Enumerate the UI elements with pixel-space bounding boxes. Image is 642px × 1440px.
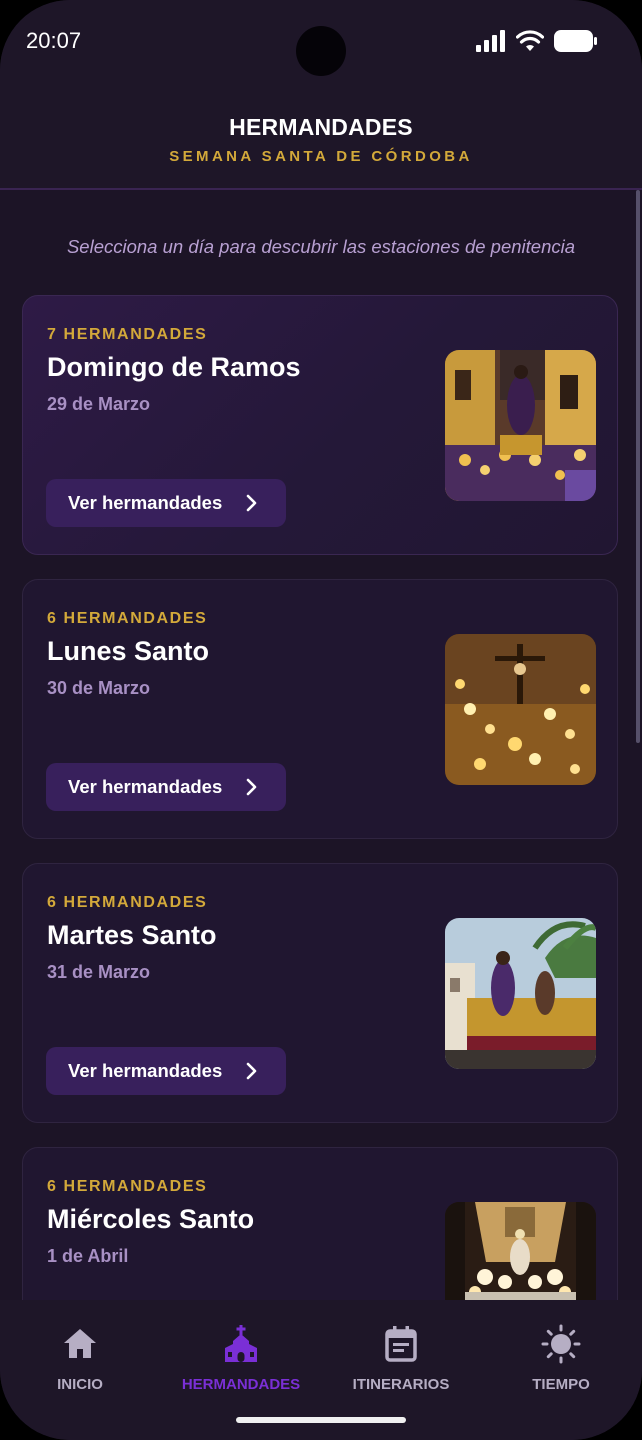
wifi-icon	[516, 30, 544, 51]
nav-label: INICIO	[57, 1376, 103, 1393]
signal-icon	[476, 30, 505, 52]
nav-item-itinerarios[interactable]: ITINERARIOS	[321, 1324, 481, 1393]
scrollbar[interactable]	[636, 190, 640, 743]
nav-item-tiempo[interactable]: TIEMPO	[481, 1324, 641, 1393]
home-icon	[64, 1329, 96, 1358]
day-card-domingo-de-ramos[interactable]: 7 HERMANDADES Domingo de Ramos 29 de Mar…	[22, 295, 618, 555]
ver-hermandades-button[interactable]: Ver hermandades	[46, 479, 286, 527]
page-title: HERMANDADES	[229, 114, 413, 140]
day-name: Miércoles Santo	[47, 1204, 255, 1234]
ver-hermandades-button[interactable]: Ver hermandades	[46, 1047, 286, 1095]
sun-icon	[541, 1324, 581, 1364]
chevron-right-icon	[246, 1062, 257, 1080]
app-header: HERMANDADES SEMANA SANTA DE CÓRDOBA	[0, 84, 642, 190]
day-date: 30 de Marzo	[47, 678, 151, 698]
nav-label: HERMANDADES	[181, 1376, 301, 1393]
day-card-lunes-santo[interactable]: 6 HERMANDADES Lunes Santo 30 de Marzo Ve…	[22, 579, 618, 839]
day-name: Martes Santo	[47, 920, 217, 950]
hermandades-count: 7 HERMANDADES	[47, 326, 208, 343]
phone-screen: 20:07 HERMANDADES SEMANA SANTA DE CÓRDOB…	[0, 0, 642, 1440]
day-date: 29 de Marzo	[47, 394, 151, 414]
intro-text: Selecciona un día para descubrir las est…	[66, 236, 576, 257]
day-date: 31 de Marzo	[47, 962, 151, 982]
nav-item-inicio[interactable]: INICIO	[0, 1324, 160, 1393]
status-time: 20:07	[26, 28, 82, 53]
hermandades-count: 6 HERMANDADES	[47, 894, 208, 911]
nav-label: ITINERARIOS	[352, 1376, 450, 1393]
status-bar: 20:07	[0, 0, 642, 84]
nav-label: TIEMPO	[532, 1376, 590, 1393]
home-indicator[interactable]	[236, 1417, 406, 1423]
chevron-right-icon	[246, 494, 257, 512]
status-icons	[476, 30, 598, 52]
day-name: Domingo de Ramos	[47, 352, 301, 382]
button-label: Ver hermandades	[68, 492, 223, 513]
day-name: Lunes Santo	[47, 636, 210, 666]
day-card-martes-santo[interactable]: 6 HERMANDADES Martes Santo 31 de Marzo V…	[22, 863, 618, 1123]
nav-item-hermandades[interactable]: HERMANDADES	[161, 1324, 321, 1393]
ver-hermandades-button[interactable]: Ver hermandades	[46, 763, 286, 811]
button-label: Ver hermandades	[68, 1060, 223, 1081]
day-date: 1 de Abril	[47, 1246, 129, 1266]
hermandades-count: 6 HERMANDADES	[47, 610, 208, 627]
chevron-right-icon	[246, 778, 257, 796]
procession-photo	[445, 918, 596, 1069]
battery-icon	[554, 30, 597, 52]
procession-photo	[445, 634, 596, 785]
button-label: Ver hermandades	[68, 776, 223, 797]
front-camera	[296, 26, 346, 76]
calendar-icon	[385, 1326, 417, 1362]
procession-photo	[445, 350, 596, 501]
church-icon	[225, 1325, 257, 1362]
page-subtitle: SEMANA SANTA DE CÓRDOBA	[169, 148, 473, 165]
hermandades-count: 6 HERMANDADES	[47, 1178, 208, 1195]
